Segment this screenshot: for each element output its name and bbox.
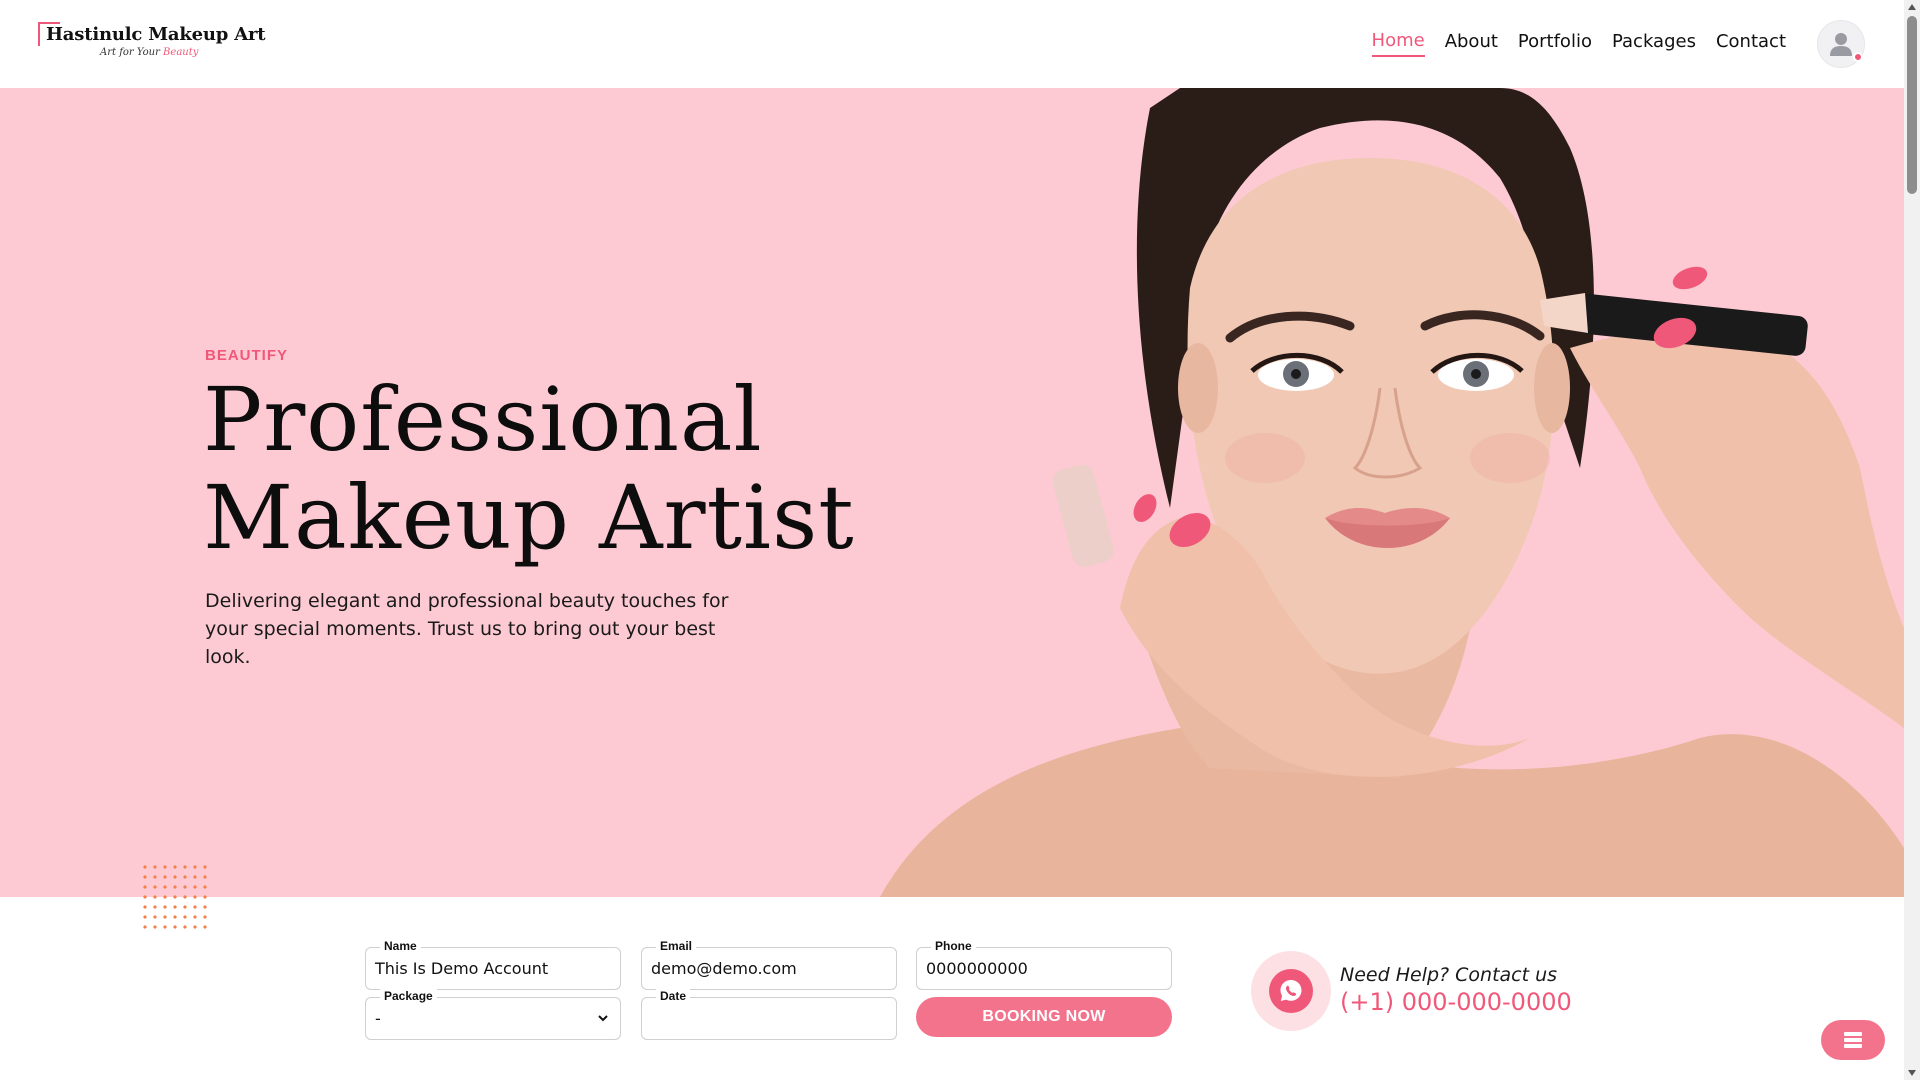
scrollbar-thumb[interactable] (1907, 16, 1917, 194)
help-phone[interactable]: (+1) 000-000-0000 (1340, 988, 1572, 1016)
user-icon (1830, 33, 1852, 56)
brand-tagline: Art for Your Beauty (100, 47, 198, 58)
nav-item-home[interactable]: Home (1371, 30, 1425, 57)
menu-stack-icon (1844, 1032, 1862, 1048)
date-label: Date (656, 989, 691, 1003)
booking-section: Name This Is Demo Account Email demo@dem… (0, 897, 1904, 1080)
scroll-down-arrow-icon[interactable] (1908, 1070, 1916, 1076)
hero-title-line1: Professional (203, 368, 763, 471)
page-scrollbar[interactable] (1904, 0, 1920, 1080)
scroll-up-arrow-icon[interactable] (1908, 4, 1916, 10)
chevron-down-icon (598, 1015, 608, 1022)
hero-title-line2: Makeup Artist (203, 466, 855, 569)
nav-item-portfolio[interactable]: Portfolio (1518, 31, 1592, 56)
name-field[interactable]: Name This Is Demo Account (365, 939, 621, 990)
package-label: Package (380, 989, 437, 1003)
main-nav: Home About Portfolio Packages Contact (1371, 30, 1786, 57)
site-header: Hastinulc Makeup Art Art for Your Beauty… (0, 0, 1904, 88)
nav-item-packages[interactable]: Packages (1612, 31, 1696, 56)
hero-model-image (880, 88, 1904, 897)
notification-dot (1853, 52, 1863, 62)
brand-name: Hastinulc Makeup Art (46, 24, 266, 45)
phone-field[interactable]: Phone 0000000000 (916, 939, 1172, 990)
email-label: Email (656, 939, 697, 953)
whatsapp-icon-badge (1269, 969, 1313, 1013)
nav-item-about[interactable]: About (1445, 31, 1498, 56)
hero-eyebrow: BEAUTIFY (205, 347, 288, 364)
email-field[interactable]: Email demo@demo.com (641, 939, 897, 990)
brand-logo[interactable]: Hastinulc Makeup Art Art for Your Beauty (38, 20, 266, 64)
phone-label: Phone (931, 939, 976, 953)
package-value: - (375, 1009, 381, 1028)
phone-value: 0000000000 (926, 959, 1028, 978)
email-value: demo@demo.com (651, 959, 797, 978)
hero-description: Delivering elegant and professional beau… (205, 590, 729, 668)
name-label: Name (380, 939, 421, 953)
whatsapp-icon (1280, 980, 1302, 1001)
help-title: Need Help? Contact us (1340, 964, 1558, 986)
name-value: This Is Demo Account (375, 959, 549, 978)
tagline-prefix: Art for Your (100, 47, 160, 58)
tagline-highlight: Beauty (163, 47, 199, 58)
hero-section: BEAUTIFY Professional Makeup Artist Deli… (0, 88, 1904, 897)
decorative-dot-grid (140, 862, 210, 932)
package-select[interactable]: Package - (365, 989, 621, 1040)
nav-item-contact[interactable]: Contact (1716, 31, 1786, 56)
date-field[interactable]: Date (641, 989, 897, 1040)
avatar[interactable] (1817, 20, 1865, 68)
whatsapp-contact-button[interactable] (1251, 951, 1331, 1031)
floating-menu-button[interactable] (1821, 1020, 1885, 1060)
booking-now-button[interactable]: BOOKING NOW (916, 997, 1172, 1037)
